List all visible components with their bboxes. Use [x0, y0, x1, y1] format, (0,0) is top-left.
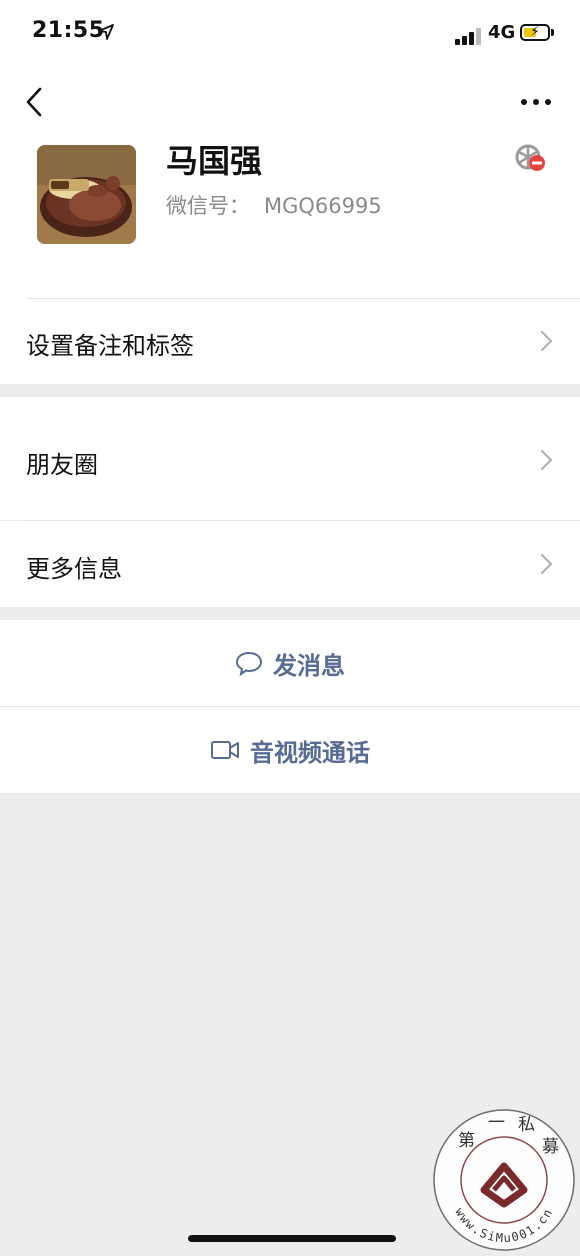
back-chevron-icon[interactable]	[20, 84, 50, 120]
battery-cap	[551, 29, 554, 36]
send-message-label: 发消息	[273, 651, 345, 680]
chevron-right-icon	[540, 330, 553, 352]
chevron-right-icon	[540, 449, 553, 471]
more-info-row[interactable]: 更多信息	[0, 521, 580, 607]
remarks-tags-row[interactable]: 设置备注和标签	[0, 299, 580, 384]
blocked-moments-icon	[515, 144, 545, 171]
signal-icon	[455, 27, 485, 45]
watermark-char-3: 私	[518, 1115, 535, 1135]
moments-label: 朋友圈	[26, 451, 98, 479]
status-time: 21:55	[32, 18, 105, 43]
section-gap	[0, 607, 580, 620]
location-arrow-icon	[98, 24, 114, 40]
remarks-tags-label: 设置备注和标签	[26, 332, 194, 360]
avatar[interactable]	[37, 145, 136, 244]
chevron-right-icon	[540, 553, 553, 575]
battery-icon: ⚡	[520, 24, 550, 41]
chat-bubble-icon	[235, 651, 263, 676]
simu001-watermark-stamp: 第 一 私 募 www.SiMu001.cn	[433, 1109, 575, 1251]
moments-row[interactable]: 朋友圈	[0, 397, 580, 520]
divider	[0, 793, 580, 794]
video-call-button[interactable]: 音视频通话	[0, 707, 580, 793]
video-call-label: 音视频通话	[250, 738, 370, 767]
wechat-id-value: MGQ66995	[264, 194, 382, 218]
watermark-char-1: 第	[458, 1131, 475, 1151]
teapot-avatar-image	[37, 145, 136, 244]
watermark-char-2: 一	[488, 1113, 505, 1133]
wechat-id-label: 微信号：	[166, 194, 250, 218]
home-indicator[interactable]	[188, 1235, 396, 1242]
send-message-button[interactable]: 发消息	[0, 620, 580, 706]
contact-name: 马国强	[166, 142, 263, 180]
section-gap	[0, 384, 580, 397]
watermark-char-4: 募	[542, 1137, 559, 1157]
more-info-label: 更多信息	[26, 555, 122, 583]
status-bar: 21:55 4G ⚡	[0, 0, 580, 72]
more-options-icon[interactable]	[518, 92, 554, 112]
network-type: 4G	[488, 22, 516, 43]
wechat-id-line: 微信号： MGQ66995	[166, 190, 382, 220]
video-camera-icon	[211, 741, 239, 759]
